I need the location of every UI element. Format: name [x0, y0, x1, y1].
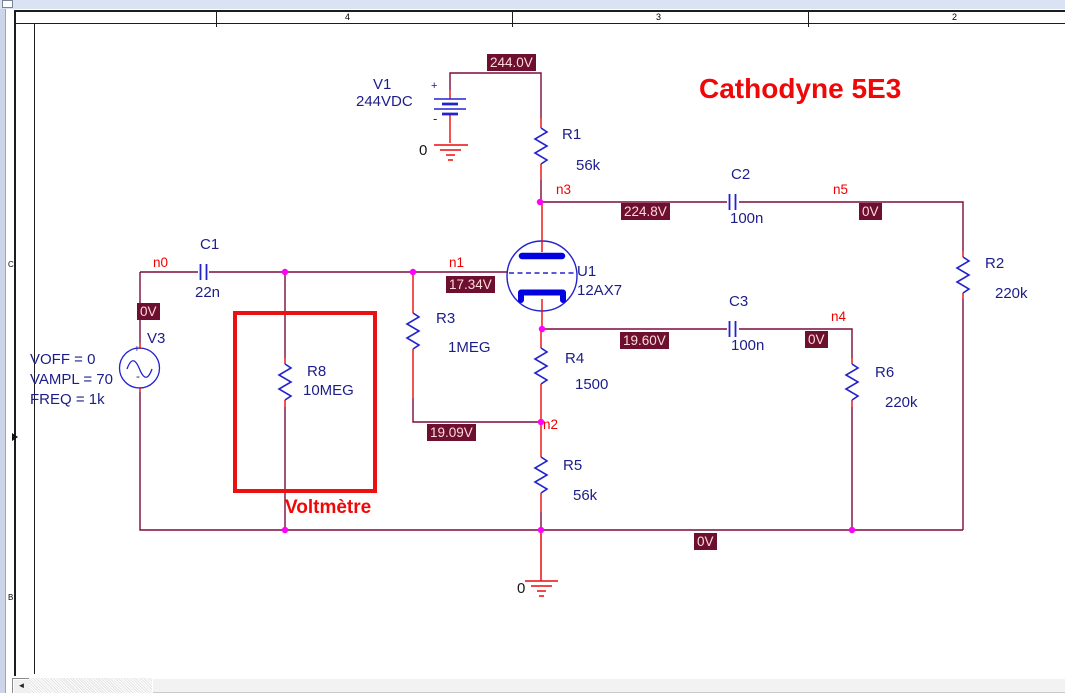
net-label-n1[interactable]: n1 [449, 255, 464, 270]
c2-ref-label[interactable]: C2 [731, 166, 750, 183]
v3-freq-label[interactable]: FREQ = 1k [30, 391, 105, 408]
tube-u1-symbol[interactable] [507, 203, 577, 329]
c1-value-label[interactable]: 22n [195, 284, 220, 301]
c2-value-label[interactable]: 100n [730, 210, 763, 227]
r6-ref-label[interactable]: R6 [875, 364, 894, 381]
resistor-r6-symbol[interactable] [846, 358, 858, 407]
capacitor-c2-symbol[interactable] [730, 194, 736, 210]
r1-value-label[interactable]: 56k [576, 157, 600, 174]
bias-voltage-n0[interactable]: 0V [137, 303, 160, 320]
resistor-r5-symbol[interactable] [535, 422, 547, 512]
v3-voff-label[interactable]: VOFF = 0 [30, 351, 95, 368]
net-label-n3[interactable]: n3 [556, 182, 571, 197]
r6-value-label[interactable]: 220k [885, 394, 918, 411]
r8-ref-label[interactable]: R8 [307, 363, 326, 380]
r3-ref-label[interactable]: R3 [436, 310, 455, 327]
resistor-r2-symbol[interactable] [957, 251, 969, 299]
bias-voltage-supply[interactable]: 244.0V [487, 54, 536, 71]
application-window: 4 3 2 C B [0, 0, 1065, 693]
r8-value-label[interactable]: 10MEG [303, 382, 354, 399]
v1-minus-sign: - [433, 114, 437, 124]
v3-plus-sign: + [134, 345, 140, 355]
r1-ref-label[interactable]: R1 [562, 126, 581, 143]
net-label-n2[interactable]: n2 [543, 417, 558, 432]
r4-ref-label[interactable]: R4 [565, 350, 584, 367]
r5-value-label[interactable]: 56k [573, 487, 597, 504]
u1-ref-label[interactable]: U1 [577, 263, 596, 280]
bias-voltage-grid[interactable]: 17.34V [446, 276, 495, 293]
ground-label-main[interactable]: 0 [517, 581, 525, 597]
capacitor-c1-symbol[interactable] [201, 264, 207, 280]
bias-voltage-n5[interactable]: 0V [859, 203, 882, 220]
schematic-title[interactable]: Cathodyne 5E3 [699, 74, 901, 104]
bias-voltage-n4[interactable]: 0V [805, 331, 828, 348]
v3-minus-sign: - [136, 371, 140, 381]
resistor-r1-symbol[interactable] [535, 118, 547, 180]
c3-value-label[interactable]: 100n [731, 337, 764, 354]
r3-value-label[interactable]: 1MEG [448, 339, 491, 356]
c3-ref-label[interactable]: C3 [729, 293, 748, 310]
v1-value-label[interactable]: 244VDC [356, 93, 413, 110]
scrollbar-thumb[interactable] [152, 678, 1065, 693]
resistor-r4-symbol[interactable] [535, 329, 547, 422]
v1-plus-sign: + [431, 81, 437, 91]
net-label-n5[interactable]: n5 [833, 182, 848, 197]
c1-ref-label[interactable]: C1 [200, 236, 219, 253]
scrollbar-track[interactable] [29, 678, 152, 693]
v3-vampl-label[interactable]: VAMPL = 70 [30, 371, 113, 388]
bias-voltage-bottom[interactable]: 0V [694, 533, 717, 550]
net-label-n4[interactable]: n4 [831, 309, 846, 324]
bias-voltage-cathode[interactable]: 19.60V [620, 332, 669, 349]
r2-value-label[interactable]: 220k [995, 285, 1028, 302]
ground-symbol-v1[interactable] [434, 145, 468, 160]
resistor-r3-symbol[interactable] [407, 273, 419, 398]
capacitor-c3-symbol[interactable] [730, 321, 736, 337]
r5-ref-label[interactable]: R5 [563, 457, 582, 474]
u1-value-label[interactable]: 12AX7 [577, 282, 622, 299]
r2-ref-label[interactable]: R2 [985, 255, 1004, 272]
ground-label-v1[interactable]: 0 [419, 143, 427, 159]
ground-symbol-main[interactable] [525, 530, 558, 596]
voltmeter-caption[interactable]: Voltmètre [285, 497, 371, 518]
net-label-n0[interactable]: n0 [153, 255, 168, 270]
r4-value-label[interactable]: 1500 [575, 376, 608, 393]
battery-v1-symbol[interactable] [434, 90, 466, 143]
v1-ref-label[interactable]: V1 [373, 76, 391, 93]
bias-voltage-r3-net[interactable]: 19.09V [427, 424, 476, 441]
v3-ref-label[interactable]: V3 [147, 330, 165, 347]
voltmeter-annotation-box[interactable] [233, 311, 377, 493]
bias-voltage-n3[interactable]: 224.8V [621, 203, 670, 220]
